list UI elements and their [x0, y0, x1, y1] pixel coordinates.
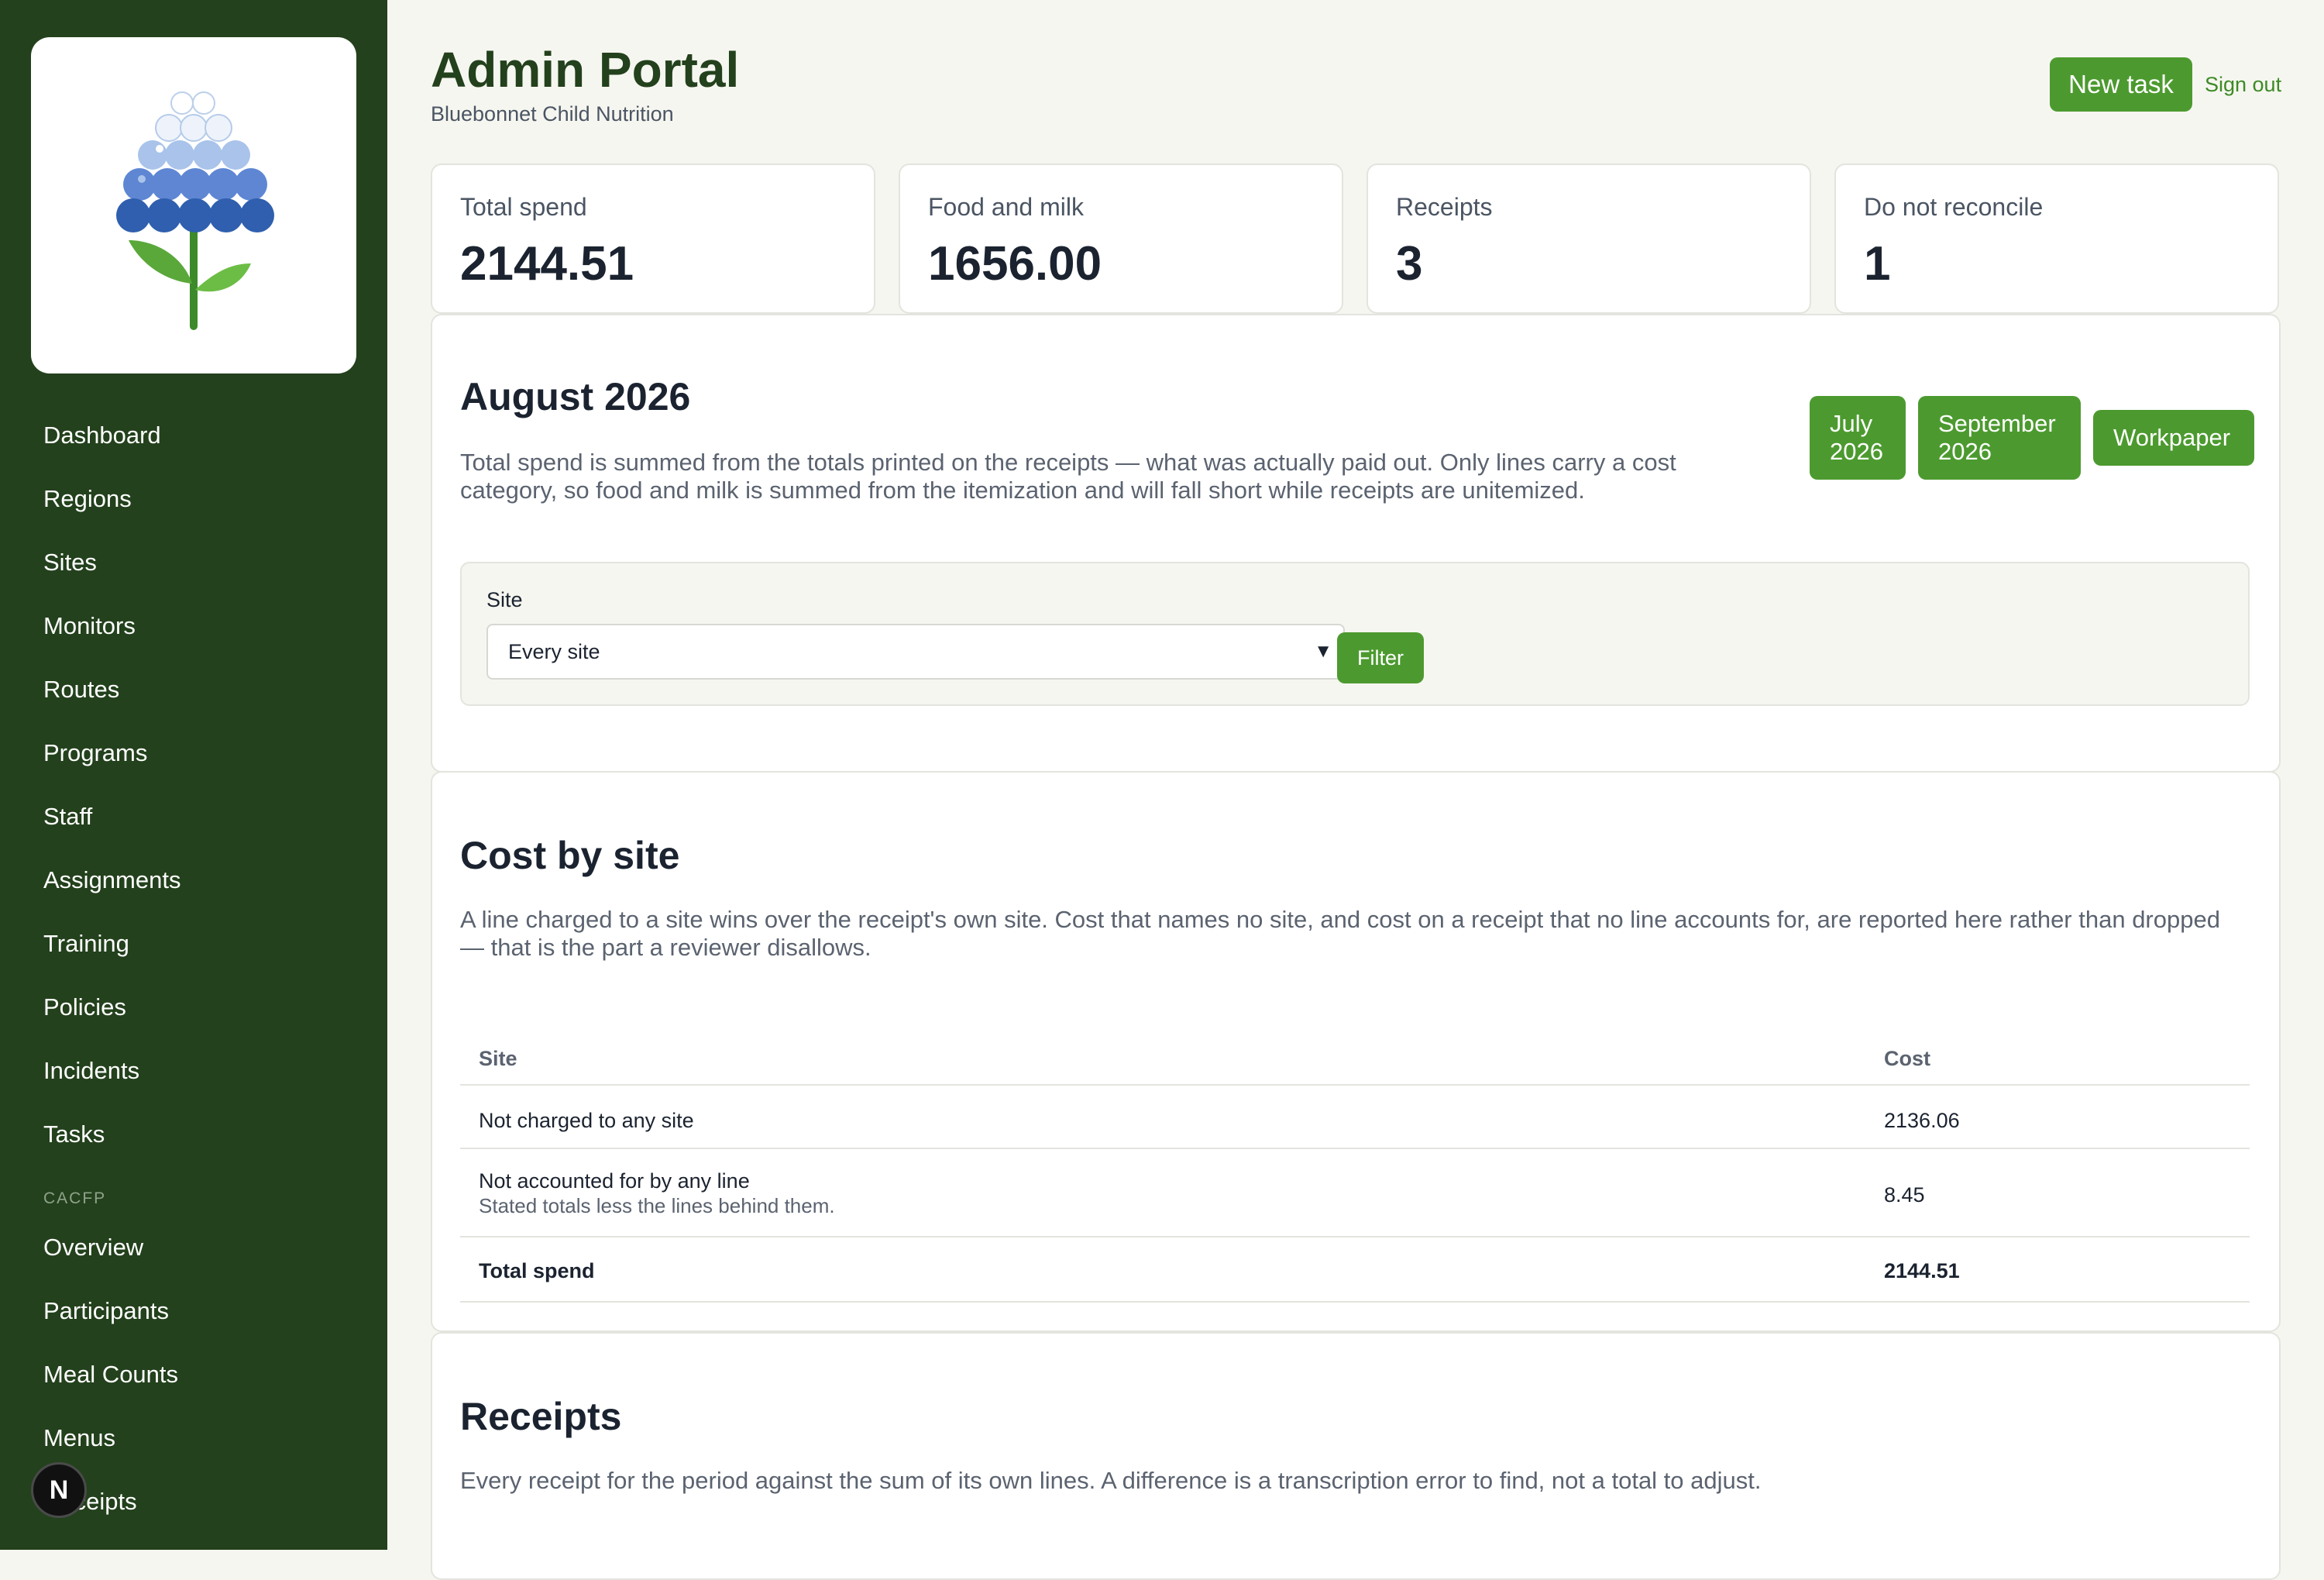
- prev-period-button[interactable]: July 2026: [1810, 396, 1906, 480]
- stat-label: Do not reconcile: [1864, 193, 2044, 221]
- bluebonnet-logo-icon: [116, 91, 274, 330]
- page-title: Admin Portal: [431, 42, 740, 98]
- stat-value: 3: [1396, 237, 1423, 291]
- sidebar: Dashboard Regions Sites Monitors Routes …: [0, 0, 387, 1550]
- table-header-row: Site Cost: [460, 1028, 2250, 1086]
- stat-card-do-not-reconcile: Do not reconcile 1: [1834, 164, 2279, 314]
- stat-label: Total spend: [460, 193, 587, 221]
- logo: [31, 37, 356, 373]
- row-cost: 2136.06: [1884, 1109, 1960, 1132]
- cost-by-site-description: A line charged to a site wins over the r…: [460, 906, 2220, 961]
- stat-label: Food and milk: [928, 193, 1084, 221]
- table-total-row: Total spend 2144.51: [460, 1237, 2250, 1303]
- sidebar-item-training[interactable]: Training: [43, 928, 129, 959]
- total-label: Total spend: [479, 1259, 595, 1282]
- sidebar-item-policies[interactable]: Policies: [43, 992, 126, 1023]
- stat-card-total-spend: Total spend 2144.51: [431, 164, 875, 314]
- sidebar-item-tasks[interactable]: Tasks: [43, 1119, 105, 1150]
- sidebar-item-staff[interactable]: Staff: [43, 801, 92, 832]
- workpaper-button[interactable]: Workpaper: [2093, 410, 2254, 466]
- cost-by-site-panel: Cost by site A line charged to a site wi…: [431, 771, 2281, 1332]
- sidebar-item-programs[interactable]: Programs: [43, 738, 147, 769]
- sidebar-item-routes[interactable]: Routes: [43, 674, 119, 705]
- sidebar-item-overview[interactable]: Overview: [43, 1232, 143, 1263]
- n-badge-icon[interactable]: N: [31, 1462, 87, 1518]
- stat-label: Receipts: [1396, 193, 1493, 221]
- sidebar-section-cacfp: CACFP: [43, 1189, 107, 1207]
- row-site: Not accounted for by any line: [479, 1169, 750, 1193]
- sidebar-item-menus[interactable]: Menus: [43, 1423, 115, 1454]
- site-filter-label: Site: [486, 588, 523, 611]
- site-select[interactable]: Every site ▼: [486, 624, 1345, 680]
- sidebar-item-dashboard[interactable]: Dashboard: [43, 420, 161, 451]
- sidebar-item-monitors[interactable]: Monitors: [43, 611, 136, 642]
- period-title: August 2026: [460, 375, 691, 418]
- table-row: Not accounted for by any line Stated tot…: [460, 1149, 2250, 1237]
- receipts-title: Receipts: [460, 1395, 622, 1438]
- sidebar-item-assignments[interactable]: Assignments: [43, 865, 180, 896]
- cost-by-site-title: Cost by site: [460, 834, 680, 877]
- site-select-value: Every site: [508, 640, 600, 663]
- stat-value: 1: [1864, 237, 1891, 291]
- sidebar-item-participants[interactable]: Participants: [43, 1296, 169, 1327]
- sign-out-link[interactable]: Sign out: [2205, 71, 2281, 98]
- table-row: Not charged to any site 2136.06: [460, 1086, 2250, 1149]
- period-description: Total spend is summed from the totals pr…: [460, 449, 1676, 504]
- sidebar-item-meal-counts[interactable]: Meal Counts: [43, 1359, 178, 1390]
- next-period-button[interactable]: September 2026: [1918, 396, 2081, 480]
- filter-button[interactable]: Filter: [1337, 632, 1424, 683]
- stat-value: 2144.51: [460, 237, 634, 291]
- receipts-panel: Receipts Every receipt for the period ag…: [431, 1332, 2281, 1580]
- chevron-down-icon: ▼: [1314, 641, 1332, 662]
- row-note: Stated totals less the lines behind them…: [479, 1194, 835, 1217]
- stat-card-food-and-milk: Food and milk 1656.00: [899, 164, 1343, 314]
- total-cost: 2144.51: [1884, 1259, 1960, 1282]
- page-subtitle: Bluebonnet Child Nutrition: [431, 102, 674, 126]
- row-site: Not charged to any site: [479, 1109, 694, 1132]
- sidebar-item-regions[interactable]: Regions: [43, 484, 132, 515]
- receipts-description: Every receipt for the period against the…: [460, 1467, 1762, 1494]
- column-header-site: Site: [479, 1047, 517, 1070]
- column-header-cost: Cost: [1884, 1047, 1930, 1070]
- row-cost: 8.45: [1884, 1183, 1925, 1207]
- new-task-button[interactable]: New task: [2050, 57, 2192, 112]
- period-panel: August 2026 Total spend is summed from t…: [431, 314, 2281, 773]
- sidebar-item-sites[interactable]: Sites: [43, 547, 97, 578]
- sidebar-item-incidents[interactable]: Incidents: [43, 1055, 139, 1086]
- stat-card-receipts: Receipts 3: [1367, 164, 1811, 314]
- stat-value: 1656.00: [928, 237, 1102, 291]
